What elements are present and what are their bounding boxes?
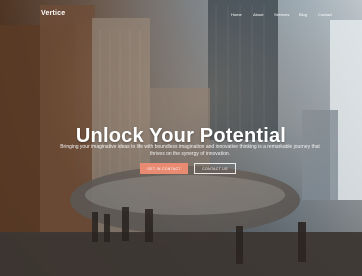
nav-link-contact[interactable]: Contact <box>318 12 332 17</box>
top-navbar: Vertice Home About Services Blog Contact <box>0 0 362 28</box>
hero-subtitle: Bringing your imaginative ideas to life … <box>60 144 320 157</box>
hero-section: Vertice Home About Services Blog Contact… <box>0 0 362 276</box>
nav-links: Home About Services Blog Contact <box>0 12 362 20</box>
nav-link-about[interactable]: About <box>253 12 263 17</box>
contact-us-button[interactable]: CONTACT US <box>194 163 236 174</box>
nav-link-blog[interactable]: Blog <box>299 12 307 17</box>
get-in-contact-button[interactable]: GET IN CONTACT <box>140 163 188 174</box>
nav-link-services[interactable]: Services <box>274 12 289 17</box>
nav-link-home[interactable]: Home <box>231 12 242 17</box>
